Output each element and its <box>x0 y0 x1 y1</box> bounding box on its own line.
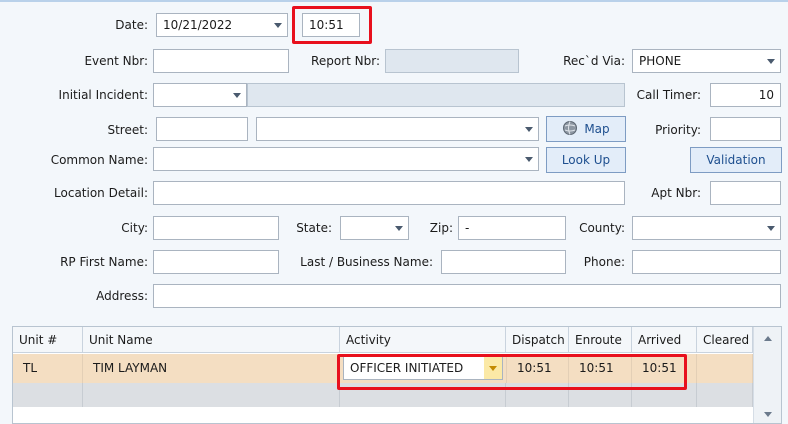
cell-unit[interactable]: TL <box>13 354 83 383</box>
date-field[interactable]: 10/21/2022 <box>156 13 288 37</box>
chevron-down-icon[interactable] <box>269 14 287 36</box>
event-nbr-label: Event Nbr: <box>84 54 148 68</box>
scroll-down-icon[interactable] <box>764 412 772 417</box>
map-button[interactable]: Map <box>546 116 626 142</box>
column-header-dispatch[interactable]: Dispatch <box>506 327 569 353</box>
cell-empty <box>697 383 753 407</box>
date-label: Date: <box>115 18 148 32</box>
street-number-field[interactable] <box>156 117 248 141</box>
map-button-label: Map <box>584 122 610 136</box>
call-timer-field[interactable]: 10 <box>710 83 781 107</box>
column-header-unit-name[interactable]: Unit Name <box>83 327 340 353</box>
last-business-name-label: Last / Business Name: <box>300 255 433 269</box>
location-detail-field[interactable] <box>153 181 625 205</box>
city-field[interactable] <box>153 216 279 240</box>
globe-icon <box>562 120 578 139</box>
recd-via-value: PHONE <box>639 54 682 68</box>
address-label: Address: <box>96 289 148 303</box>
recd-via-select[interactable]: PHONE <box>632 49 781 73</box>
column-header-unit[interactable]: Unit # <box>13 327 83 353</box>
apt-nbr-field[interactable] <box>710 181 781 205</box>
zip-field[interactable]: - <box>458 216 566 240</box>
zip-label: Zip: <box>429 221 453 235</box>
recd-via-label: Rec`d Via: <box>563 54 625 68</box>
grid-header: Unit # Unit Name Activity Dispatch Enrou… <box>13 327 753 353</box>
last-business-name-field[interactable] <box>441 250 566 274</box>
initial-incident-label: Initial Incident: <box>58 88 148 102</box>
rp-first-name-label: RP First Name: <box>60 255 148 269</box>
cell-empty <box>13 383 83 407</box>
chevron-down-icon[interactable] <box>390 217 408 239</box>
chevron-down-icon[interactable] <box>520 148 538 170</box>
date-value: 10/21/2022 <box>163 18 233 32</box>
apt-nbr-label: Apt Nbr: <box>651 186 701 200</box>
phone-field[interactable] <box>632 250 781 274</box>
priority-label: Priority: <box>655 123 701 137</box>
common-name-label: Common Name: <box>50 153 148 167</box>
cell-unit-name[interactable]: TIM LAYMAN <box>83 354 340 383</box>
street-name-select[interactable] <box>256 117 539 141</box>
cell-cleared[interactable] <box>697 354 753 383</box>
call-timer-label: Call Timer: <box>636 88 701 102</box>
address-field[interactable] <box>153 284 781 308</box>
location-detail-label: Location Detail: <box>54 186 148 200</box>
chevron-down-icon[interactable] <box>762 217 780 239</box>
cell-empty <box>83 383 340 407</box>
rp-first-name-field[interactable] <box>153 250 279 274</box>
event-nbr-field[interactable] <box>153 49 289 73</box>
chevron-down-icon[interactable] <box>228 84 246 106</box>
scroll-up-icon[interactable] <box>764 336 772 341</box>
initial-incident-select[interactable] <box>153 83 247 107</box>
county-label: County: <box>579 221 625 235</box>
city-label: City: <box>121 221 148 235</box>
look-up-button[interactable]: Look Up <box>546 147 626 173</box>
common-name-select[interactable] <box>153 147 539 171</box>
chevron-down-icon[interactable] <box>762 50 780 72</box>
time-highlight-box <box>292 6 372 44</box>
column-header-activity[interactable]: Activity <box>340 327 506 353</box>
state-label: State: <box>296 221 332 235</box>
state-select[interactable] <box>340 216 409 240</box>
priority-field[interactable] <box>710 117 781 141</box>
street-label: Street: <box>107 123 148 137</box>
column-header-enroute[interactable]: Enroute <box>569 327 632 353</box>
column-header-arrived[interactable]: Arrived <box>632 327 697 353</box>
window-top-border <box>0 0 788 2</box>
phone-label: Phone: <box>583 255 625 269</box>
county-select[interactable] <box>632 216 781 240</box>
column-header-cleared[interactable]: Cleared <box>697 327 753 353</box>
validation-button[interactable]: Validation <box>690 147 782 173</box>
initial-incident-description <box>247 83 625 107</box>
chevron-down-icon[interactable] <box>520 118 538 140</box>
times-highlight-box <box>337 354 687 390</box>
grid-scrollbar[interactable] <box>753 327 781 423</box>
report-nbr-field <box>385 49 519 73</box>
report-nbr-label: Report Nbr: <box>311 54 380 68</box>
